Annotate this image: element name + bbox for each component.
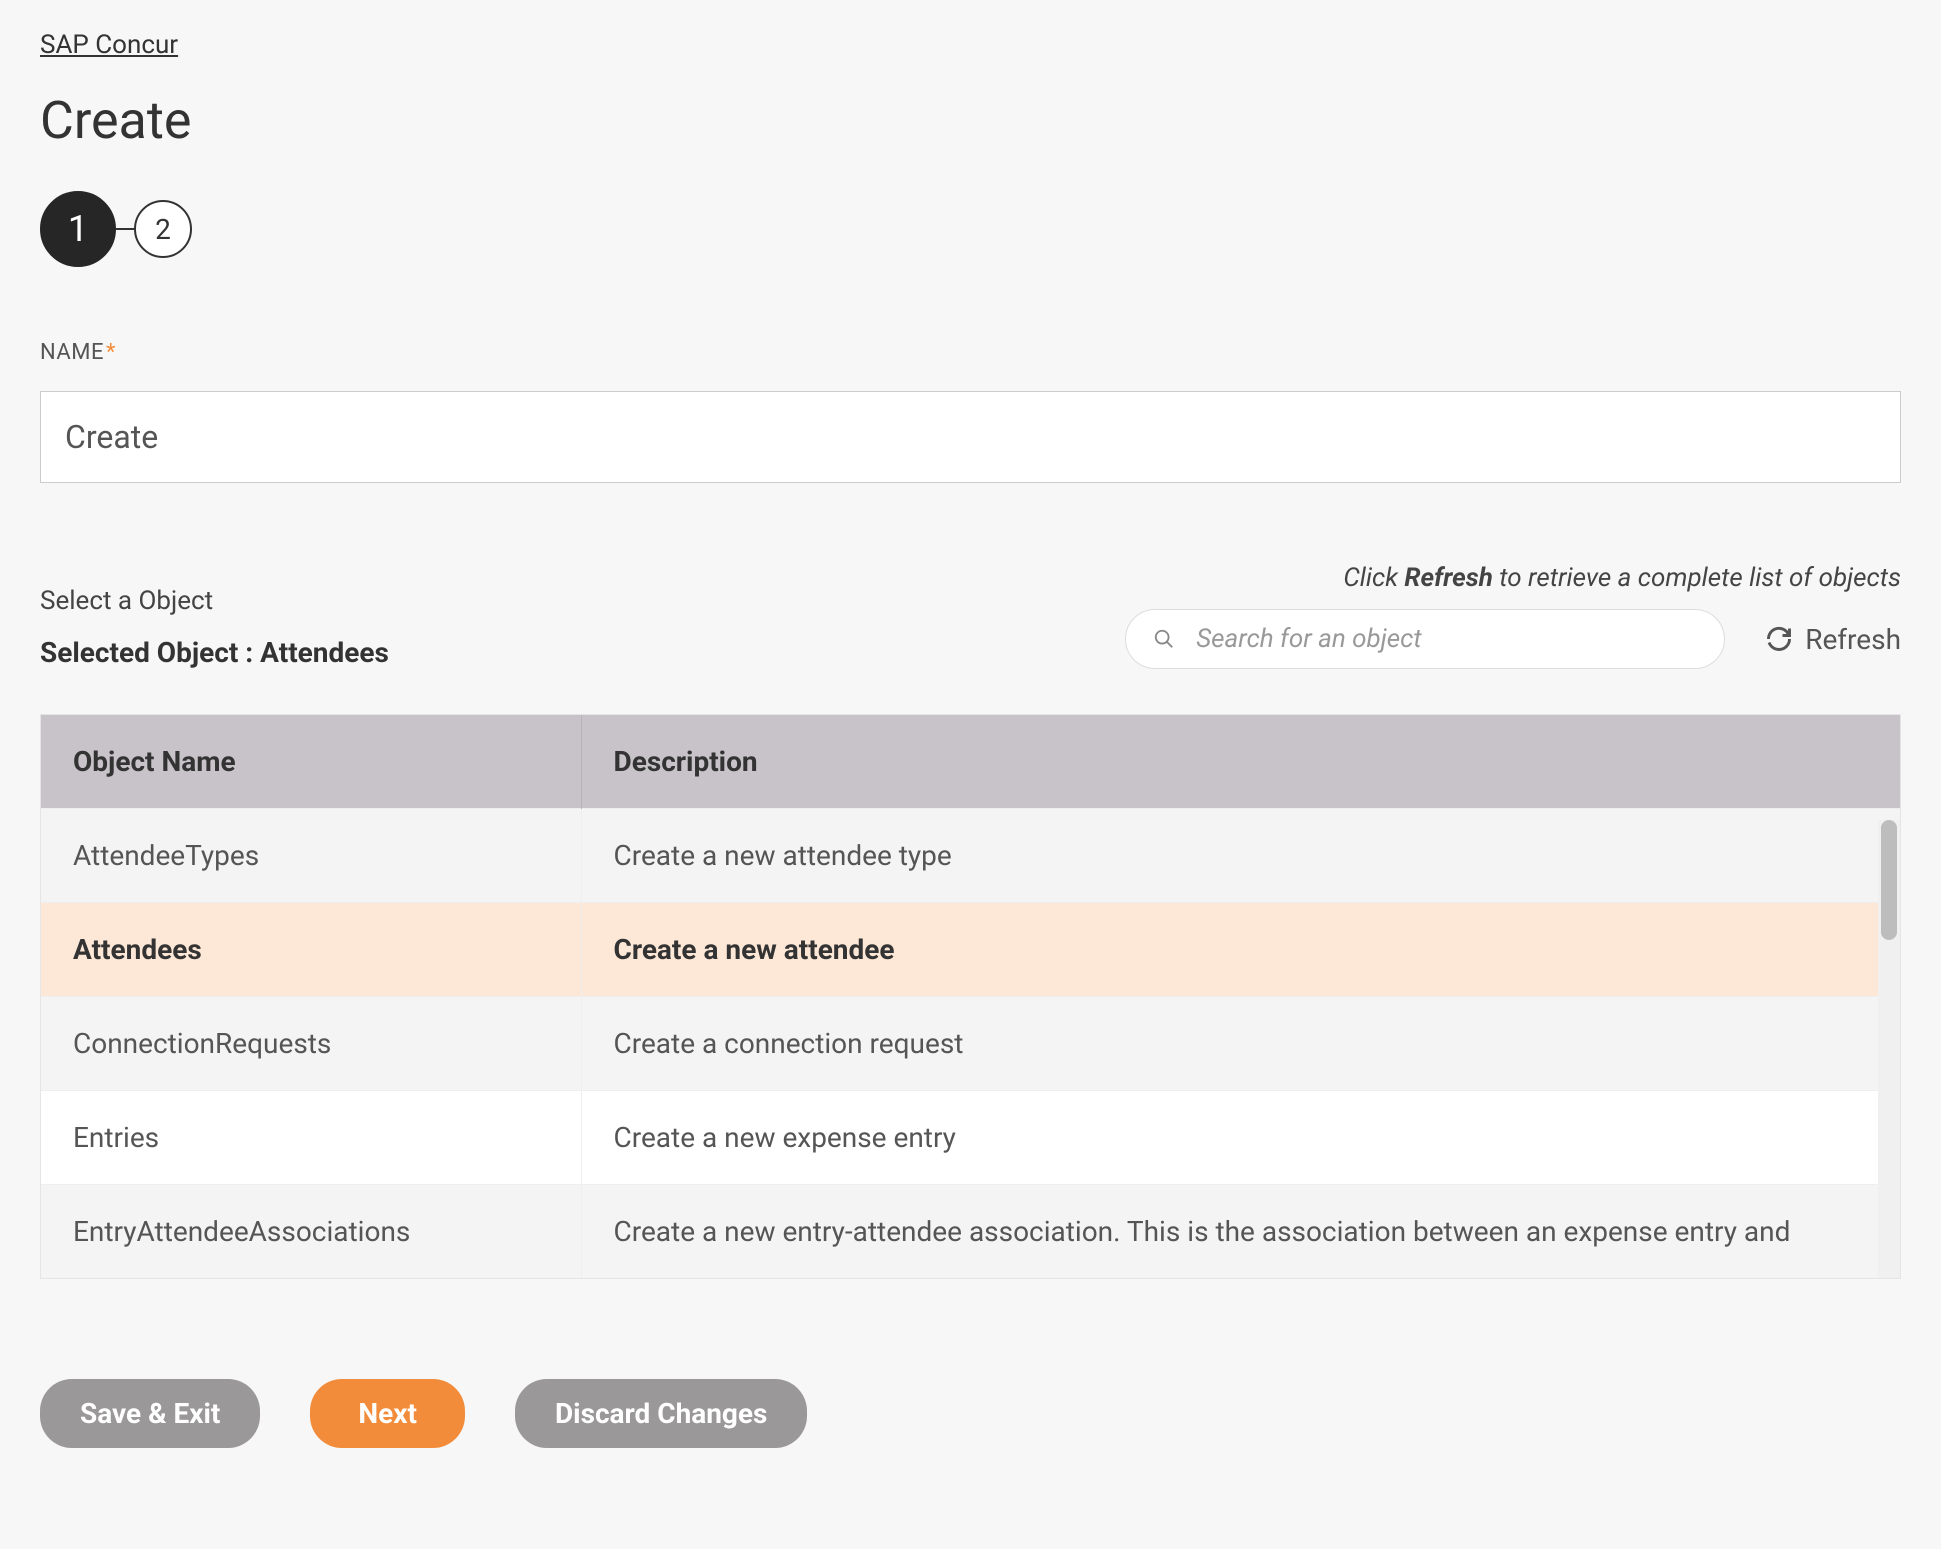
cell-object-name: EntryAttendeeAssociations — [41, 1185, 581, 1279]
object-search-input[interactable] — [1125, 609, 1725, 669]
object-table: Object Name Description AttendeeTypesCre… — [40, 714, 1901, 1279]
table-row[interactable]: EntryAttendeeAssociationsCreate a new en… — [41, 1185, 1900, 1279]
name-input[interactable] — [40, 391, 1901, 483]
col-header-desc: Description — [581, 715, 1900, 809]
name-field-label: NAME — [40, 340, 104, 365]
table-row[interactable]: AttendeeTypesCreate a new attendee type — [41, 809, 1900, 903]
discard-button[interactable]: Discard Changes — [515, 1379, 807, 1448]
cell-description: Create a new attendee type — [581, 809, 1900, 903]
footer-actions: Save & Exit Next Discard Changes — [40, 1379, 1901, 1448]
refresh-icon — [1765, 625, 1793, 653]
stepper: 1 2 — [40, 191, 1901, 267]
cell-description: Create a new entry-attendee association.… — [581, 1185, 1900, 1279]
table-row[interactable]: EntriesCreate a new expense entry — [41, 1091, 1900, 1185]
select-object-label: Select a Object — [40, 586, 389, 616]
cell-description: Create a new expense entry — [581, 1091, 1900, 1185]
cell-object-name: Entries — [41, 1091, 581, 1185]
cell-object-name: AttendeeTypes — [41, 809, 581, 903]
col-header-name: Object Name — [41, 715, 581, 809]
cell-object-name: Attendees — [41, 903, 581, 997]
table-scrollbar[interactable] — [1878, 820, 1900, 1278]
refresh-hint: Click Refresh to retrieve a complete lis… — [1125, 563, 1901, 593]
refresh-button[interactable]: Refresh — [1765, 623, 1901, 656]
page-title: Create — [40, 90, 1901, 151]
step-1[interactable]: 1 — [40, 191, 116, 267]
next-button[interactable]: Next — [310, 1379, 465, 1448]
step-2[interactable]: 2 — [134, 200, 192, 258]
scrollbar-thumb[interactable] — [1881, 820, 1897, 940]
search-icon — [1153, 628, 1175, 650]
step-connector — [116, 228, 134, 230]
cell-description: Create a new attendee — [581, 903, 1900, 997]
breadcrumb-parent[interactable]: SAP Concur — [40, 30, 178, 60]
save-exit-button[interactable]: Save & Exit — [40, 1379, 260, 1448]
table-row[interactable]: AttendeesCreate a new attendee — [41, 903, 1900, 997]
selected-object-text: Selected Object : Attendees — [40, 636, 389, 669]
cell-description: Create a connection request — [581, 997, 1900, 1091]
cell-object-name: ConnectionRequests — [41, 997, 581, 1091]
refresh-label: Refresh — [1805, 623, 1901, 656]
required-indicator: * — [106, 340, 115, 365]
table-row[interactable]: ConnectionRequestsCreate a connection re… — [41, 997, 1900, 1091]
